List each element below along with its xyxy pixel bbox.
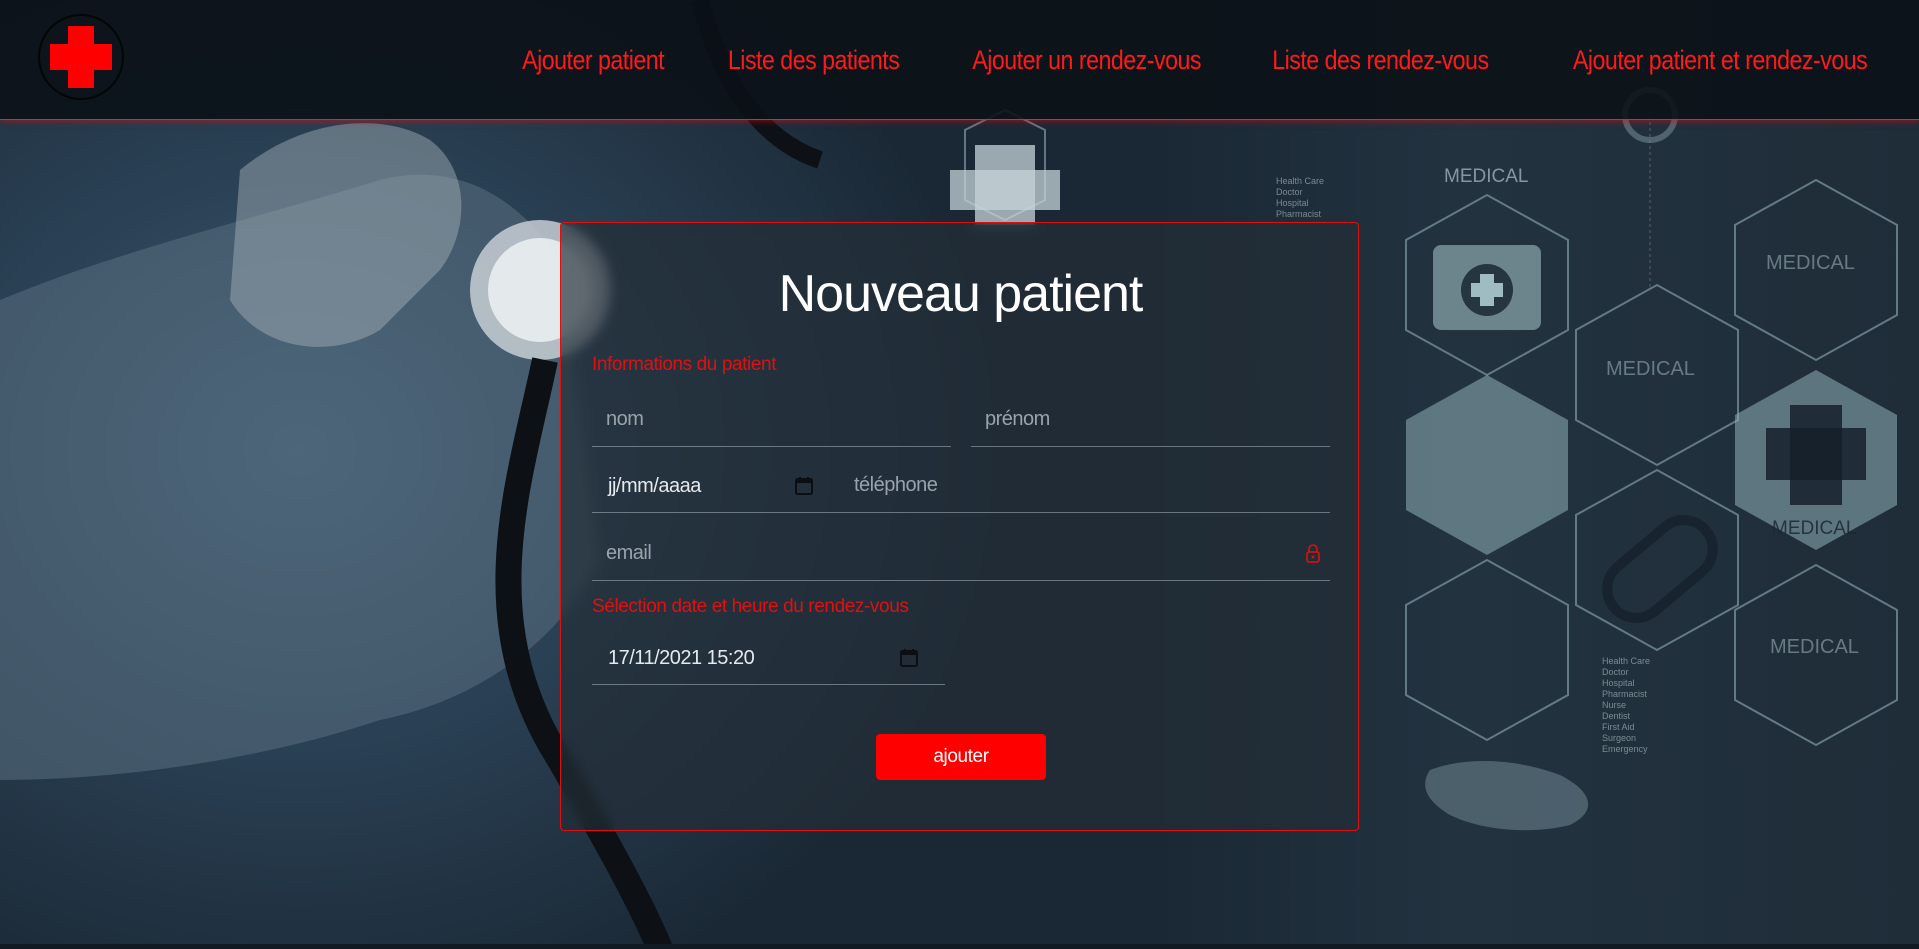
background-small-list: Health Care Doctor Hospital Pharmacist N… [1602,656,1651,754]
background-word: MEDICAL [1444,166,1529,187]
email-input[interactable] [592,527,1330,580]
appointment-section-label: Sélection date et heure du rendez-vous [592,596,909,617]
red-cross-logo-icon[interactable] [38,14,124,100]
background-word: MEDICAL [1766,252,1855,274]
background-bottom-strip [0,944,1919,949]
top-navbar: Ajouter patient Liste des patients Ajout… [0,0,1919,120]
birthdate-placeholder: jj/mm/aaaa [608,475,701,497]
calendar-icon[interactable] [899,648,919,668]
main-nav: Ajouter patient Liste des patients Ajout… [499,41,1868,79]
appointment-datetime-value: 17/11/2021 15:20 [608,647,755,669]
nom-input[interactable] [592,393,951,446]
patient-info-section-label: Informations du patient [592,354,777,375]
prenom-input[interactable] [971,393,1330,446]
nav-liste-patients[interactable]: Liste des patients [728,41,900,79]
nav-ajouter-rendez-vous[interactable]: Ajouter un rendez-vous [973,41,1202,79]
telephone-input[interactable] [840,459,1330,512]
appointment-datetime-field[interactable]: 17/11/2021 15:20 [592,631,945,685]
background-word: MEDICAL [1772,518,1857,539]
prenom-field [971,393,1330,447]
background-word: MEDICAL [1606,358,1695,380]
background-word: MEDICAL [1770,636,1859,658]
ajouter-submit-button[interactable]: ajouter [876,734,1046,780]
nom-field [592,393,951,447]
nav-liste-rendez-vous[interactable]: Liste des rendez-vous [1272,41,1489,79]
email-field [592,527,1330,581]
calendar-icon[interactable] [794,476,814,496]
new-patient-form: Nouveau patient Informations du patient … [560,222,1359,831]
nav-ajouter-patient[interactable]: Ajouter patient [522,41,665,79]
form-title: Nouveau patient [778,265,1144,323]
nav-ajouter-patient-et-rendez-vous[interactable]: Ajouter patient et rendez-vous [1573,41,1868,79]
background-small-list: Health Care Doctor Hospital Pharmacist [1276,176,1325,219]
birthdate-field[interactable]: jj/mm/aaaa [592,459,840,513]
lock-icon [1306,544,1320,563]
telephone-field [840,459,1330,513]
